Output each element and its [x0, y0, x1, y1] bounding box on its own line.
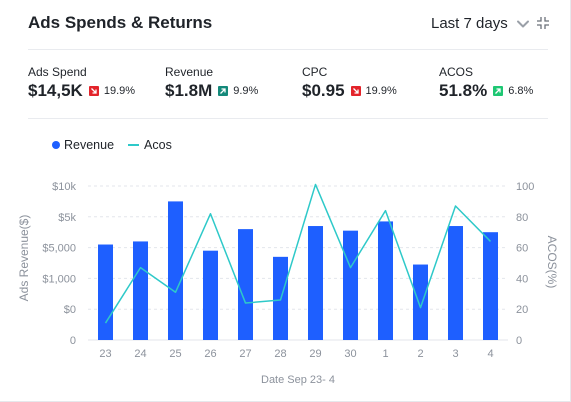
chevron-down-icon: [516, 20, 529, 27]
divider-bottom: [28, 118, 548, 119]
x-tick-label: 27: [239, 348, 251, 360]
x-tick-label: 3: [452, 348, 458, 360]
x-tick-label: 1: [382, 348, 388, 360]
metric-change: 9.9%: [233, 85, 259, 97]
divider-top: [28, 49, 548, 50]
ads-spends-card: Ads Spends & Returns Last 7 days Ads Spe…: [0, 0, 571, 402]
y-right-tick-label: 100: [516, 181, 534, 193]
revenue-bar: [413, 264, 428, 340]
x-tick-label: 23: [99, 348, 111, 360]
revenue-bar: [168, 201, 183, 340]
revenue-bar: [343, 230, 358, 340]
card-title: Ads Spends & Returns: [28, 13, 213, 32]
metric-cpc: CPC $0.95 19.9%: [302, 65, 397, 101]
revenue-acos-chart: 0 0$0 20$1,000 40$5,000 60$5k 80$10k 10023 24 25…: [17, 181, 559, 386]
metric-label: ACOS: [439, 65, 474, 79]
y-right-axis-label: ACOS(%): [545, 236, 559, 289]
metric-ads-spend: Ads Spend $14,5K 19.9%: [28, 65, 135, 101]
metric-revenue: Revenue $1.8M 9.9%: [165, 65, 258, 101]
revenue-bar: [273, 256, 288, 340]
x-tick-label: 4: [487, 348, 493, 360]
metric-label: Revenue: [165, 65, 214, 79]
trend-down-icon: [88, 86, 99, 96]
trend-up-icon: [218, 86, 229, 96]
revenue-bar: [448, 226, 463, 340]
x-tick-label: 29: [309, 348, 321, 360]
x-tick-label: 28: [274, 348, 286, 360]
y-left-tick-label: 0: [70, 335, 76, 347]
metric-value: $1.8M: [165, 81, 213, 100]
y-left-tick-label: $10k: [52, 181, 76, 193]
y-left-tick-label: $5,000: [42, 243, 76, 255]
legend-revenue-swatch: [52, 141, 60, 149]
y-left-tick-label: $0: [64, 304, 76, 316]
x-tick-label: 25: [169, 348, 181, 360]
y-right-tick-label: 20: [516, 304, 528, 316]
trend-up-icon: [493, 86, 504, 96]
y-right-tick-label: 40: [516, 273, 528, 285]
x-tick-label: 24: [134, 348, 146, 360]
metric-change: 19.9%: [103, 85, 136, 97]
revenue-bar: [98, 244, 113, 340]
collapse-icon[interactable]: [536, 16, 550, 30]
legend-revenue-label: Revenue: [64, 138, 115, 152]
x-tick-label: 30: [344, 348, 356, 360]
y-left-tick-label: $1,000: [42, 273, 76, 285]
y-right-tick-label: 60: [516, 243, 528, 255]
metric-value: 51.8%: [439, 81, 488, 100]
date-range-label: Last 7 days: [431, 15, 508, 32]
metric-change: 19.9%: [365, 85, 397, 97]
metric-change: 6.8%: [508, 85, 534, 97]
y-left-axis-label: Ads Revenue($): [17, 215, 31, 302]
revenue-bar: [378, 221, 393, 340]
y-left-tick-label: $5k: [58, 212, 76, 224]
revenue-bar: [133, 241, 148, 340]
acos-line: [104, 183, 492, 324]
metric-acos: ACOS 51.8% 6.8%: [439, 65, 533, 101]
trend-down-icon: [350, 86, 361, 96]
revenue-bar: [238, 229, 253, 340]
revenue-bar: [203, 250, 218, 340]
legend-acos-label: Acos: [144, 138, 172, 152]
x-tick-label: 2: [417, 348, 423, 360]
y-right-tick-label: 80: [516, 212, 528, 224]
chart-legend: Revenue Acos: [52, 138, 172, 152]
x-tick-label: 26: [204, 348, 216, 360]
metric-label: CPC: [302, 65, 328, 79]
revenue-bar: [483, 232, 498, 340]
metric-value: $14,5K: [28, 81, 83, 100]
revenue-bar: [308, 226, 323, 340]
y-right-tick-label: 0: [516, 335, 522, 347]
legend-acos-swatch: [128, 144, 140, 146]
metric-value: $0.95: [302, 81, 345, 100]
date-range-dropdown[interactable]: Last 7 days: [431, 15, 530, 32]
metric-label: Ads Spend: [28, 65, 87, 79]
x-axis-label: Date Sep 23- 4: [261, 374, 335, 386]
